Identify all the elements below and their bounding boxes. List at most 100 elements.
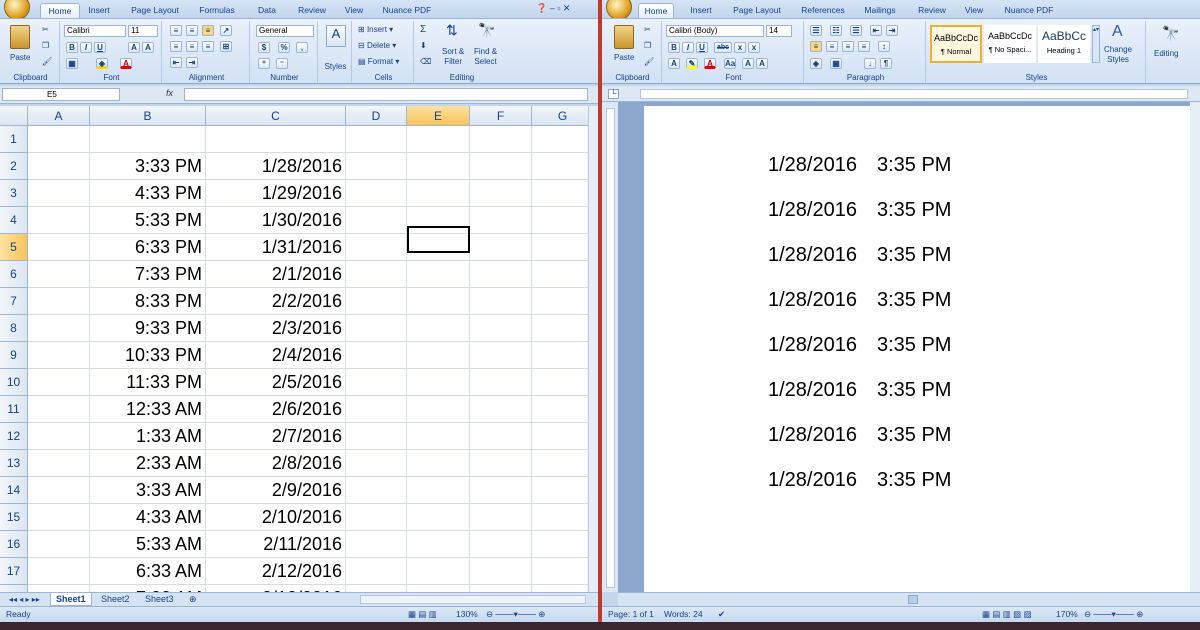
date-cell[interactable] xyxy=(206,126,346,153)
date-cell[interactable]: 2/8/2016 xyxy=(206,450,346,477)
date-cell[interactable]: 1/30/2016 xyxy=(206,207,346,234)
word-horizontal-scrollbar[interactable] xyxy=(618,592,1200,606)
styles-icon[interactable]: A xyxy=(326,25,346,47)
time-cell[interactable]: 7:33 PM xyxy=(90,261,206,288)
row-header[interactable]: 13 xyxy=(0,450,28,477)
shrink-font-icon[interactable]: A xyxy=(142,42,154,53)
document-page[interactable]: 1/28/2016 3:35 PM 1/28/2016 3:35 PM 1/28/201… xyxy=(644,106,1190,592)
grow-font-icon[interactable]: A xyxy=(128,42,140,53)
row-header[interactable]: 9 xyxy=(0,342,28,369)
time-cell[interactable]: 5:33 PM xyxy=(90,207,206,234)
excel-tab-review[interactable]: Review xyxy=(292,3,332,18)
word-copy-icon[interactable]: ❐ xyxy=(644,41,651,51)
word-italic-icon[interactable]: I xyxy=(682,42,694,53)
style-heading-1[interactable]: AaBbCc Heading 1 xyxy=(1038,25,1090,63)
paste-icon[interactable] xyxy=(10,25,30,49)
row-header[interactable]: 1 xyxy=(0,126,28,153)
increase-indent-icon[interactable]: ⇥ xyxy=(186,57,198,68)
fill-icon[interactable]: ⬇ xyxy=(420,41,427,51)
increase-decimal-icon[interactable]: ⁺ xyxy=(258,58,270,69)
align-bottom-icon[interactable]: ≡ xyxy=(202,25,214,36)
strikethrough-icon[interactable]: abc xyxy=(714,42,732,53)
date-cell[interactable]: 2/9/2016 xyxy=(206,477,346,504)
text-effects-icon[interactable]: A xyxy=(668,58,680,69)
proofing-icon[interactable]: ✔ xyxy=(718,607,725,622)
word-tab-home[interactable]: Home xyxy=(638,3,674,18)
word-tab-nuance-pdf[interactable]: Nuance PDF xyxy=(1000,3,1058,18)
percent-icon[interactable]: % xyxy=(278,42,290,53)
decrease-decimal-icon[interactable]: ⁻ xyxy=(276,58,288,69)
time-cell[interactable]: 6:33 AM xyxy=(90,558,206,585)
time-cell[interactable]: 2:33 AM xyxy=(90,450,206,477)
word-decrease-indent-icon[interactable]: ⇤ xyxy=(870,25,882,36)
row-header[interactable]: 8 xyxy=(0,315,28,342)
date-cell[interactable]: 2/7/2016 xyxy=(206,423,346,450)
date-cell[interactable]: 2/4/2016 xyxy=(206,342,346,369)
orientation-icon[interactable]: ↗ xyxy=(220,25,232,36)
time-cell[interactable]: 7:33 AM xyxy=(90,585,206,592)
align-left-icon[interactable]: ≡ xyxy=(170,41,182,52)
italic-icon[interactable]: I xyxy=(80,42,92,53)
word-align-right-icon[interactable]: ≡ xyxy=(842,41,854,52)
time-cell[interactable]: 3:33 PM xyxy=(90,153,206,180)
excel-tab-view[interactable]: View xyxy=(338,3,370,18)
excel-font-name[interactable]: Calibri xyxy=(64,25,126,37)
row-header[interactable]: 4 xyxy=(0,207,28,234)
insert-cells-button[interactable]: ⊞ Insert ▾ xyxy=(358,25,393,35)
align-middle-icon[interactable]: ≡ xyxy=(186,25,198,36)
word-font-name[interactable]: Calibri (Body) xyxy=(666,25,764,37)
excel-tab-page-layout[interactable]: Page Layout xyxy=(126,3,184,18)
word-tab-insert[interactable]: Insert xyxy=(684,3,718,18)
shading-icon[interactable]: ◈ xyxy=(810,58,822,69)
sheet-nav-arrows[interactable]: ◂◂ ◂ ▸ ▸▸ xyxy=(4,593,45,606)
column-header-c[interactable]: C xyxy=(206,106,346,126)
document-line[interactable]: 1/28/2016 3:35 PM xyxy=(768,244,951,267)
change-styles-icon[interactable]: A xyxy=(1112,23,1123,41)
date-cell[interactable]: 1/31/2016 xyxy=(206,234,346,261)
time-cell[interactable]: 5:33 AM xyxy=(90,531,206,558)
highlight-icon[interactable]: ✎ xyxy=(686,58,698,69)
merge-center-icon[interactable]: ⊞ xyxy=(220,41,232,52)
copy-icon[interactable]: ❐ xyxy=(42,41,49,51)
column-header-a[interactable]: A xyxy=(28,106,90,126)
change-styles-button[interactable]: Change Styles xyxy=(1104,45,1132,65)
time-cell[interactable]: 9:33 PM xyxy=(90,315,206,342)
insert-sheet-icon[interactable]: ⊕ xyxy=(184,593,202,606)
word-increase-indent-icon[interactable]: ⇥ xyxy=(886,25,898,36)
excel-horizontal-scrollbar[interactable] xyxy=(360,595,586,604)
word-tab-page-layout[interactable]: Page Layout xyxy=(728,3,786,18)
date-cell[interactable]: 2/12/2016 xyxy=(206,558,346,585)
formula-input[interactable] xyxy=(184,88,588,101)
excel-font-size[interactable]: 11 xyxy=(128,25,158,37)
column-header-e[interactable]: E xyxy=(407,106,470,126)
sort-filter-button[interactable]: Sort & Filter xyxy=(442,47,464,67)
word-shrink-font-icon[interactable]: A xyxy=(756,58,768,69)
excel-tab-data[interactable]: Data xyxy=(250,3,284,18)
sheet-tab-sheet3[interactable]: Sheet3 xyxy=(140,593,179,606)
sheet-tab-sheet2[interactable]: Sheet2 xyxy=(96,593,135,606)
style-no-spacing[interactable]: AaBbCcDc ¶ No Spaci... xyxy=(984,25,1036,63)
word-tab-view[interactable]: View xyxy=(958,3,990,18)
excel-vertical-scrollbar[interactable] xyxy=(588,106,598,592)
select-all-corner[interactable] xyxy=(0,106,28,126)
word-zoom-level[interactable]: 170% xyxy=(1056,607,1078,622)
time-cell[interactable]: 3:33 AM xyxy=(90,477,206,504)
date-cell[interactable]: 2/13/2016 xyxy=(206,585,346,592)
bullets-icon[interactable]: ☰ xyxy=(810,25,822,36)
numbering-icon[interactable]: ☷ xyxy=(830,25,842,36)
word-font-color-icon[interactable]: A xyxy=(704,58,716,69)
word-bold-icon[interactable]: B xyxy=(668,42,680,53)
date-cell[interactable]: 1/28/2016 xyxy=(206,153,346,180)
time-cell[interactable]: 8:33 PM xyxy=(90,288,206,315)
row-header[interactable]: 5 xyxy=(0,234,28,261)
worksheet-grid[interactable]: A B C D E F G 1 2 3:33 PM 1/28/2016 3 4:33 PM 1/29/20… xyxy=(0,106,588,592)
word-grow-font-icon[interactable]: A xyxy=(742,58,754,69)
excel-tab-insert[interactable]: Insert xyxy=(82,3,116,18)
word-vertical-scrollbar[interactable] xyxy=(1190,102,1200,592)
find-select-icon[interactable]: 🔭 xyxy=(478,23,495,37)
change-case-icon[interactable]: Aa xyxy=(724,58,736,69)
word-cut-icon[interactable]: ✂ xyxy=(644,25,651,35)
document-line[interactable]: 1/28/2016 3:35 PM xyxy=(768,289,951,312)
document-line[interactable]: 1/28/2016 3:35 PM xyxy=(768,379,951,402)
row-header[interactable]: 17 xyxy=(0,558,28,585)
